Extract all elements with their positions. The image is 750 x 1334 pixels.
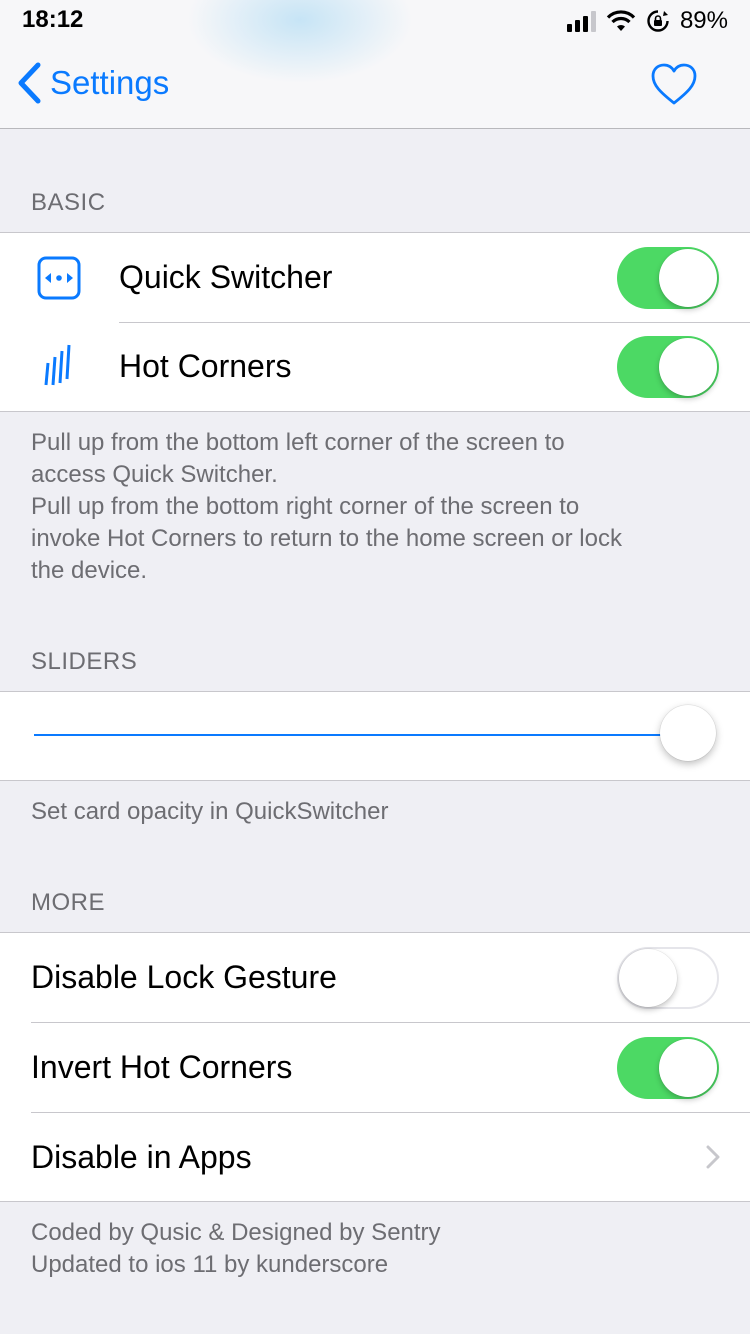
hot-corners-label: Hot Corners bbox=[119, 348, 292, 384]
status-time: 18:12 bbox=[22, 6, 84, 33]
navigation-bar: 18:12 89% Settings bbox=[0, 0, 750, 129]
basic-footer-line: Pull up from the bottom right corner of … bbox=[31, 493, 580, 520]
toggle-knob bbox=[659, 249, 717, 307]
section-header-sliders: SLIDERS bbox=[31, 648, 138, 675]
toggle-knob bbox=[619, 949, 677, 1007]
basic-footer-line: invoke Hot Corners to return to the home… bbox=[31, 525, 622, 552]
sliders-footer: Set card opacity in QuickSwitcher bbox=[31, 798, 389, 825]
basic-footer: Pull up from the bottom left corner of t… bbox=[31, 427, 622, 587]
credits: Coded by Qusic & Designed by Sentry Upda… bbox=[31, 1217, 441, 1281]
basic-footer-line: the device. bbox=[31, 557, 148, 584]
opacity-slider-track[interactable] bbox=[34, 734, 688, 736]
basic-footer-line: Pull up from the bottom left corner of t… bbox=[31, 429, 565, 456]
quick-switcher-label: Quick Switcher bbox=[119, 259, 333, 295]
quick-switcher-icon bbox=[37, 256, 81, 300]
quick-switcher-toggle[interactable] bbox=[617, 247, 719, 309]
invert-hot-corners-label: Invert Hot Corners bbox=[31, 1049, 293, 1085]
invert-hot-corners-toggle[interactable] bbox=[617, 1037, 719, 1099]
toggle-knob bbox=[659, 1039, 717, 1097]
basic-group: Quick Switcher Hot Corners bbox=[0, 232, 750, 412]
cellular-signal-icon bbox=[566, 10, 596, 32]
hot-corners-icon bbox=[44, 344, 71, 386]
row-hot-corners[interactable]: Hot Corners bbox=[0, 322, 750, 411]
toggle-knob bbox=[659, 338, 717, 396]
disable-lock-gesture-toggle[interactable] bbox=[617, 947, 719, 1009]
row-disable-lock-gesture[interactable]: Disable Lock Gesture bbox=[0, 933, 750, 1022]
section-header-more: MORE bbox=[31, 889, 105, 916]
basic-footer-line: access Quick Switcher. bbox=[31, 461, 278, 488]
row-disable-in-apps[interactable]: Disable in Apps bbox=[0, 1113, 750, 1202]
orientation-lock-icon bbox=[647, 10, 669, 32]
more-group: Disable Lock Gesture Invert Hot Corners … bbox=[0, 932, 750, 1202]
row-quick-switcher[interactable]: Quick Switcher bbox=[0, 233, 750, 322]
row-invert-hot-corners[interactable]: Invert Hot Corners bbox=[0, 1023, 750, 1112]
sliders-group bbox=[0, 691, 750, 781]
disable-in-apps-label: Disable in Apps bbox=[31, 1139, 252, 1175]
chevron-left-icon bbox=[18, 62, 41, 104]
back-button-label: Settings bbox=[50, 64, 170, 101]
section-header-basic: BASIC bbox=[31, 189, 106, 216]
credits-line: Coded by Qusic & Designed by Sentry bbox=[31, 1219, 441, 1246]
disable-lock-gesture-label: Disable Lock Gesture bbox=[31, 959, 337, 995]
heart-icon[interactable] bbox=[650, 62, 698, 106]
battery-percentage: 89% bbox=[679, 7, 728, 34]
wifi-icon bbox=[606, 10, 636, 31]
back-button[interactable]: Settings bbox=[16, 62, 169, 104]
chevron-right-icon bbox=[706, 1145, 720, 1169]
status-icons: 89% bbox=[566, 6, 728, 36]
opacity-slider-thumb[interactable] bbox=[660, 705, 716, 761]
hot-corners-toggle[interactable] bbox=[617, 336, 719, 398]
credits-line: Updated to ios 11 by kunderscore bbox=[31, 1251, 389, 1278]
